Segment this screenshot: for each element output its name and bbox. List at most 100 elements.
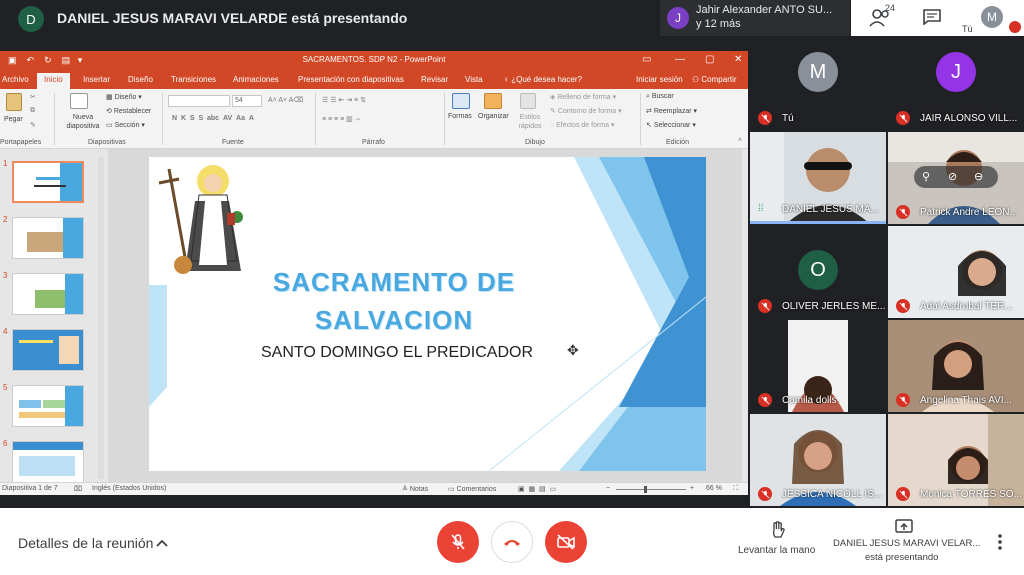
close-icon[interactable]: ✕ bbox=[734, 54, 742, 65]
participant-tile[interactable]: J JAIR ALONSO VILL... bbox=[888, 38, 1024, 130]
shape-outline-button[interactable]: ✎ Contorno de forma ▾ bbox=[550, 107, 622, 115]
participant-tile[interactable]: Angelina Thais AVI... bbox=[888, 320, 1024, 412]
tab-archivo[interactable]: Archivo bbox=[2, 75, 29, 84]
shapes-label[interactable]: Formas bbox=[448, 113, 472, 120]
zoom-level[interactable]: 66 % bbox=[706, 485, 722, 492]
zoom-in-icon[interactable]: + bbox=[690, 485, 694, 492]
align-buttons[interactable]: ≡ ≡ ≡ ≡ ▥ ⇔ bbox=[322, 115, 362, 123]
ribbon-display-icon[interactable]: ▭ bbox=[642, 54, 651, 65]
replace-button[interactable]: ⇄ Reemplazar ▾ bbox=[646, 107, 697, 115]
hang-up-icon bbox=[504, 540, 520, 546]
font-family-select[interactable] bbox=[168, 95, 230, 107]
ribbon-home: Pegar ✂ ⧉ ✎ Portapapeles Nueva diapositi… bbox=[0, 89, 748, 149]
slide-thumbnail-5[interactable] bbox=[12, 385, 84, 427]
tab-vista[interactable]: Vista bbox=[465, 75, 483, 84]
shapes-icon[interactable] bbox=[452, 93, 470, 109]
zoom-slider-thumb[interactable] bbox=[644, 486, 647, 493]
arrange-icon[interactable] bbox=[484, 93, 502, 109]
slide-thumbnail-2[interactable] bbox=[12, 217, 84, 259]
tab-inicio[interactable]: Inicio bbox=[37, 73, 70, 89]
minimize-icon[interactable]: — bbox=[675, 54, 685, 65]
present-screen-icon[interactable] bbox=[895, 519, 913, 533]
pin-icon[interactable]: ⚲ bbox=[922, 170, 930, 183]
raise-hand-button[interactable] bbox=[738, 521, 818, 544]
layout-button[interactable]: ▦ Diseño ▾ bbox=[106, 93, 142, 101]
maximize-icon[interactable]: ▢ bbox=[705, 54, 714, 65]
mute-icon[interactable]: ⊘ bbox=[948, 170, 957, 183]
collapse-ribbon-icon[interactable]: ˄ bbox=[738, 137, 742, 144]
slide-thumbnail-4[interactable] bbox=[12, 329, 84, 371]
reset-icon: ⟲ bbox=[106, 108, 114, 115]
language-label[interactable]: Inglés (Estados Unidos) bbox=[92, 485, 166, 492]
chevron-up-icon[interactable] bbox=[156, 538, 168, 548]
thumb-number: 3 bbox=[3, 271, 8, 280]
find-button[interactable]: ⌕ Buscar bbox=[646, 93, 674, 101]
leave-call-button[interactable] bbox=[491, 521, 533, 563]
paste-icon[interactable] bbox=[6, 93, 22, 111]
participant-tile[interactable]: Monica TORRES SO... bbox=[888, 414, 1024, 506]
notes-button[interactable]: ≙ Notas bbox=[402, 485, 428, 493]
select-button[interactable]: ↖ Seleccionar ▾ bbox=[646, 121, 696, 129]
share-button[interactable]: ⚇ Compartir bbox=[692, 75, 737, 84]
slide-thumbnail-3[interactable] bbox=[12, 273, 84, 315]
new-slide-label[interactable]: Nueva diapositiva bbox=[66, 113, 100, 131]
participant-tile-speaking[interactable]: ⁞⁞ DANIEL JESUS MA... bbox=[750, 132, 886, 224]
signin-link[interactable]: Iniciar sesión bbox=[636, 75, 683, 84]
current-slide[interactable]: SACRAMENTO DE SALVACION SANTO DOMINGO EL… bbox=[149, 157, 706, 471]
presenting-name[interactable]: DANIEL JESUS MARAVI VELAR... bbox=[833, 538, 980, 549]
tab-diseno[interactable]: Diseño bbox=[128, 75, 153, 84]
copy-icon[interactable]: ⧉ bbox=[30, 107, 35, 115]
reset-button[interactable]: ⟲ Restablecer bbox=[106, 107, 151, 115]
shape-fill-button[interactable]: ◈ Relleno de forma ▾ bbox=[550, 93, 616, 101]
participant-tile[interactable]: M Tú bbox=[750, 38, 886, 130]
participant-avatar: M bbox=[798, 52, 838, 92]
zoom-out-icon[interactable]: − bbox=[606, 485, 610, 492]
cut-icon[interactable]: ✂ bbox=[30, 93, 36, 101]
meeting-details-button[interactable]: Detalles de la reunión bbox=[18, 535, 153, 551]
more-options-icon[interactable] bbox=[996, 533, 1004, 551]
shape-effects-button[interactable]: ◌ Efectos de forma ▾ bbox=[550, 121, 615, 129]
zoom-slider[interactable] bbox=[616, 489, 686, 490]
participant-tile[interactable]: O OLIVER JERLES ME... bbox=[750, 226, 886, 318]
chat-icon[interactable] bbox=[923, 9, 941, 25]
font-grow-shrink-icons[interactable]: A˄ A˅ A⌫ bbox=[268, 96, 303, 104]
spellcheck-icon[interactable]: ⌧ bbox=[74, 485, 82, 493]
quick-styles-icon[interactable] bbox=[520, 93, 536, 109]
font-style-buttons[interactable]: N K S S abc AV Aa A bbox=[172, 115, 254, 122]
view-buttons[interactable]: ▣ ▦ ▤ ▭ bbox=[518, 485, 556, 493]
list-buttons[interactable]: ☰ ☰ ⇤ ⇥ ≡ ⇅ bbox=[322, 96, 366, 104]
tab-presentacion[interactable]: Presentación con diapositivas bbox=[298, 75, 404, 84]
tab-revisar[interactable]: Revisar bbox=[421, 75, 448, 84]
remove-icon[interactable]: ⊖ bbox=[974, 170, 983, 183]
arrange-label[interactable]: Organizar bbox=[478, 113, 509, 120]
ppt-document-title: SACRAMENTOS. SDP N2 - PowerPoint bbox=[302, 55, 446, 64]
tell-me-label: ¿Qué desea hacer? bbox=[511, 75, 582, 84]
thumbnails-scrollbar[interactable] bbox=[98, 157, 104, 479]
font-size-select[interactable]: 54 bbox=[232, 95, 262, 107]
participant-tile[interactable]: JESSICA NICOLL IS... bbox=[750, 414, 886, 506]
slide-thumbnail-6[interactable] bbox=[12, 441, 84, 483]
participant-tile[interactable]: Adal Asdrubal TER... bbox=[888, 226, 1024, 318]
tab-insertar[interactable]: Insertar bbox=[83, 75, 110, 84]
paste-label[interactable]: Pegar bbox=[4, 116, 23, 123]
slide-thumbnail-1[interactable] bbox=[12, 161, 84, 203]
microphone-toggle-button[interactable] bbox=[437, 521, 479, 563]
camera-toggle-button[interactable] bbox=[545, 521, 587, 563]
tab-transiciones[interactable]: Transiciones bbox=[171, 75, 216, 84]
tab-animaciones[interactable]: Animaciones bbox=[233, 75, 279, 84]
comments-button[interactable]: ▭ Comentarios bbox=[448, 485, 496, 493]
participant-tile[interactable]: ⚲ ⊘ ⊖ Patrick Andre LEON... bbox=[888, 132, 1024, 224]
other-participants-chip[interactable]: J Jahir Alexander ANTO SU... y 12 más bbox=[660, 0, 850, 36]
tell-me-search[interactable]: ♀ ¿Qué desea hacer? bbox=[503, 75, 582, 84]
presenter-avatar: D bbox=[18, 6, 44, 32]
self-avatar[interactable]: M bbox=[981, 6, 1003, 28]
section-button[interactable]: ▭ Sección ▾ bbox=[106, 121, 145, 129]
find-label: Buscar bbox=[651, 93, 674, 100]
participant-tile[interactable]: Camila dolls bbox=[750, 320, 886, 412]
person-icon: ⚇ bbox=[692, 75, 702, 84]
thumb-box bbox=[19, 400, 41, 408]
format-painter-icon[interactable]: ✎ bbox=[30, 121, 36, 129]
quick-styles-label[interactable]: Estilos rápidos bbox=[515, 113, 545, 131]
fit-slide-icon[interactable]: ⛶ bbox=[733, 485, 738, 493]
new-slide-icon[interactable] bbox=[70, 93, 88, 109]
